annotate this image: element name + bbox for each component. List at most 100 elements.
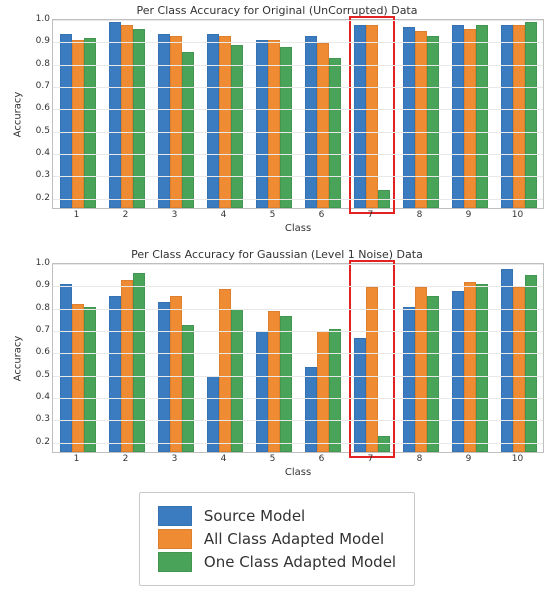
bar [501, 25, 513, 208]
legend-item-allclass: All Class Adapted Model [158, 529, 396, 549]
bar [525, 275, 537, 452]
bar [329, 58, 341, 208]
bar [109, 22, 121, 208]
bar [525, 22, 537, 208]
x-tick: 2 [123, 454, 129, 464]
bar [501, 269, 513, 452]
bar [133, 29, 145, 208]
x-tick: 1 [74, 210, 80, 220]
x-tick: 4 [221, 210, 227, 220]
bar-group [354, 262, 390, 452]
x-tick: 10 [512, 454, 523, 464]
x-tick: 5 [270, 454, 276, 464]
bar [366, 287, 378, 452]
bar [305, 367, 317, 452]
bar-groups [53, 264, 543, 452]
legend-swatch [158, 552, 192, 572]
bar-group [158, 18, 194, 208]
bar [476, 25, 488, 208]
bar [366, 25, 378, 208]
bar [133, 273, 145, 452]
bar [513, 287, 525, 452]
chart-gaussian: Per Class Accuracy for Gaussian (Level 1… [10, 248, 544, 478]
bar [207, 34, 219, 208]
legend-item-source: Source Model [158, 506, 396, 526]
x-axis: 12345678910 [52, 209, 542, 223]
bar-group [452, 262, 488, 452]
y-tick: 0.6 [36, 103, 50, 113]
bar-group [452, 18, 488, 208]
figure: Per Class Accuracy for Original (UnCorru… [0, 0, 554, 596]
y-tick: 0.8 [36, 59, 50, 69]
plot-row: Accuracy 0.20.30.40.50.60.70.80.91.0 [10, 263, 544, 453]
bar-group [256, 18, 292, 208]
bar [268, 311, 280, 452]
bar [280, 316, 292, 452]
bar-group [403, 262, 439, 452]
chart-original: Per Class Accuracy for Original (UnCorru… [10, 4, 544, 234]
legend-swatch [158, 506, 192, 526]
y-axis-label: Accuracy [10, 19, 26, 209]
bar [354, 338, 366, 452]
x-tick: 7 [368, 454, 374, 464]
bar [415, 31, 427, 208]
y-tick: 0.5 [36, 126, 50, 136]
x-tick: 2 [123, 210, 129, 220]
y-axis-label: Accuracy [10, 263, 26, 453]
x-tick: 10 [512, 210, 523, 220]
x-tick: 4 [221, 454, 227, 464]
bar [427, 36, 439, 208]
bar-group [207, 18, 243, 208]
bar-group [207, 262, 243, 452]
bar [84, 38, 96, 208]
x-tick: 1 [74, 454, 80, 464]
y-tick: 0.2 [36, 437, 50, 447]
bar [158, 302, 170, 452]
bar-group [501, 262, 537, 452]
y-tick: 0.3 [36, 414, 50, 424]
x-tick: 7 [368, 210, 374, 220]
bar [452, 291, 464, 452]
x-tick: 6 [319, 210, 325, 220]
bar [427, 296, 439, 452]
y-tick: 0.7 [36, 325, 50, 335]
bar [219, 289, 231, 452]
bar [464, 29, 476, 208]
x-tick: 9 [466, 454, 472, 464]
bar [72, 304, 84, 452]
legend-label: All Class Adapted Model [204, 530, 384, 548]
legend-swatch [158, 529, 192, 549]
bar-group [354, 18, 390, 208]
bar [158, 34, 170, 208]
y-tick: 0.5 [36, 370, 50, 380]
y-tick: 0.7 [36, 81, 50, 91]
bar [256, 331, 268, 452]
chart-title: Per Class Accuracy for Original (UnCorru… [10, 4, 544, 17]
y-tick: 0.4 [36, 392, 50, 402]
bar-group [60, 18, 96, 208]
y-tick: 0.2 [36, 193, 50, 203]
bar [170, 36, 182, 208]
bar [415, 287, 427, 452]
bar-group [501, 18, 537, 208]
y-tick: 0.9 [36, 280, 50, 290]
bar [317, 331, 329, 452]
bar [170, 296, 182, 452]
y-tick: 1.0 [36, 258, 50, 268]
x-axis: 12345678910 [52, 453, 542, 467]
x-tick: 8 [417, 454, 423, 464]
legend-container: Source Model All Class Adapted Model One… [10, 492, 544, 586]
bar [403, 27, 415, 208]
chart-title: Per Class Accuracy for Gaussian (Level 1… [10, 248, 544, 261]
bar [378, 436, 390, 452]
legend-label: One Class Adapted Model [204, 553, 396, 571]
bar [329, 329, 341, 452]
bar [305, 36, 317, 208]
x-axis-label: Class [52, 223, 544, 234]
x-axis-label: Class [52, 467, 544, 478]
bar-group [305, 18, 341, 208]
bar-group [403, 18, 439, 208]
bar [84, 307, 96, 452]
bar [182, 325, 194, 452]
bar [317, 43, 329, 208]
